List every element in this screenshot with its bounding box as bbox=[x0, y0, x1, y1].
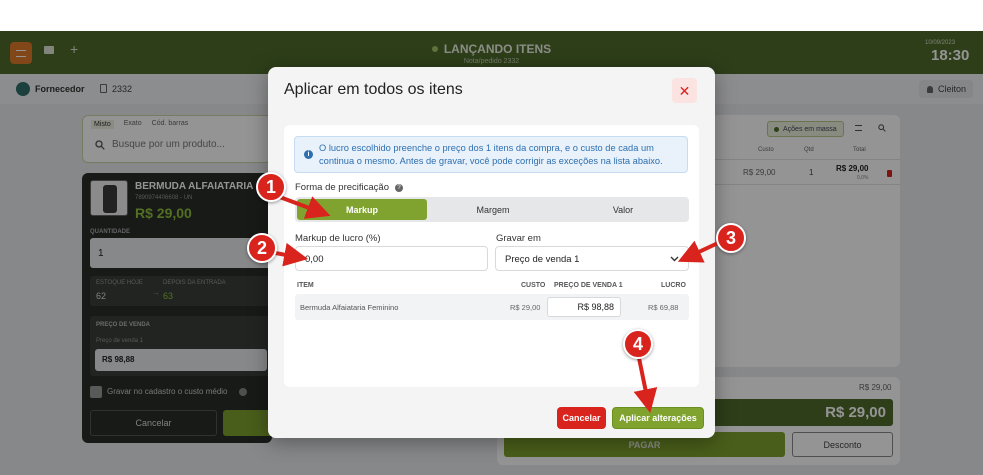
marker-4: 4 bbox=[623, 329, 653, 359]
arrow-1 bbox=[276, 194, 331, 219]
marker-2: 2 bbox=[247, 233, 277, 263]
arrow-3 bbox=[677, 240, 719, 263]
arrow-4 bbox=[633, 357, 658, 413]
annotation-arrows bbox=[269, 194, 719, 413]
marker-3: 3 bbox=[716, 223, 746, 253]
marker-1: 1 bbox=[256, 172, 286, 202]
